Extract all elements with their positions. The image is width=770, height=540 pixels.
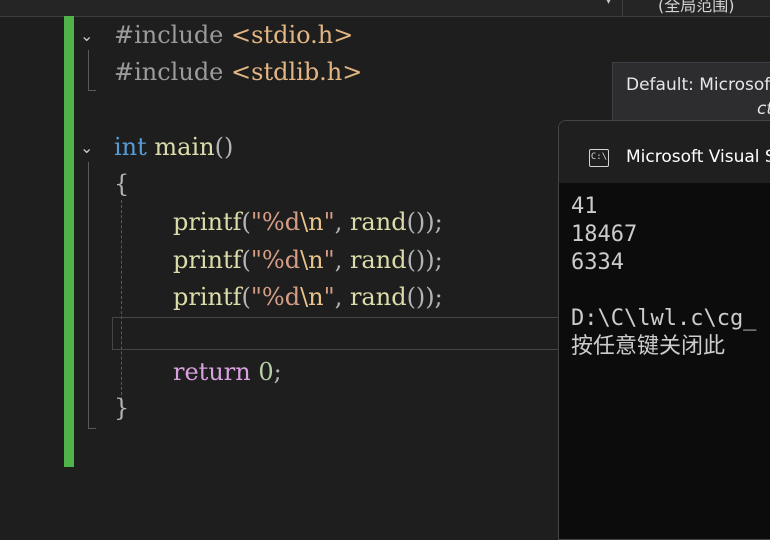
code-line-1: #include <stdio.h> bbox=[114, 17, 353, 54]
escape-sequence: \n bbox=[300, 208, 324, 236]
comma: , bbox=[334, 246, 350, 274]
string-literal: " bbox=[323, 246, 335, 274]
type-keyword: int bbox=[114, 133, 147, 161]
function-name: main bbox=[154, 133, 215, 161]
console-output-line: D:\C\lwl.c\cg_ bbox=[571, 306, 757, 331]
tooltip-line-2: ct bbox=[757, 99, 770, 119]
current-line-highlight bbox=[112, 317, 572, 350]
console-output-line: 18467 bbox=[571, 222, 638, 247]
code-line-11: } bbox=[114, 390, 129, 427]
open-brace: { bbox=[114, 170, 130, 198]
paren: ()); bbox=[406, 208, 443, 236]
string-literal: "%d bbox=[250, 208, 301, 236]
string-literal: " bbox=[323, 283, 335, 311]
console-output-line: 6334 bbox=[571, 250, 624, 275]
function-call: printf bbox=[173, 208, 242, 236]
close-brace: } bbox=[114, 394, 130, 422]
string-literal: "%d bbox=[250, 283, 301, 311]
return-keyword: return bbox=[173, 358, 251, 386]
preprocessor-directive: #include bbox=[114, 58, 224, 86]
code-line-4: int main() bbox=[114, 129, 233, 166]
code-line-10: return 0; bbox=[173, 354, 282, 391]
include-header: <stdlib.h> bbox=[231, 58, 363, 86]
function-call: printf bbox=[173, 246, 242, 274]
code-line-6: printf("%d\n", rand()); bbox=[173, 204, 443, 241]
indent-guide bbox=[121, 200, 122, 400]
tooltip-line-1: Default: Microsoft bbox=[626, 75, 770, 95]
paren: ( bbox=[241, 208, 251, 236]
comma: , bbox=[334, 283, 350, 311]
string-literal: " bbox=[323, 208, 335, 236]
code-line-5: { bbox=[114, 166, 129, 203]
console-titlebar[interactable]: C:\ Microsoft Visual S bbox=[559, 121, 770, 183]
paren: ( bbox=[241, 283, 251, 311]
string-literal: "%d bbox=[250, 246, 301, 274]
include-fold-guide-end bbox=[88, 90, 96, 91]
console-window[interactable]: C:\ Microsoft Visual S 41 18467 6334 D:\… bbox=[558, 120, 770, 540]
code-line-8: printf("%d\n", rand()); bbox=[173, 279, 443, 316]
main-fold-guide-end bbox=[88, 428, 96, 429]
paren: ( bbox=[241, 246, 251, 274]
parentheses: () bbox=[214, 133, 234, 161]
preprocessor-directive: #include bbox=[114, 21, 224, 49]
escape-sequence: \n bbox=[300, 283, 324, 311]
semicolon: ; bbox=[273, 358, 282, 386]
paren: ()); bbox=[406, 246, 443, 274]
include-fold-guide bbox=[88, 50, 89, 90]
collapse-chevron-icon[interactable]: ⌄ bbox=[80, 140, 96, 156]
console-output-line: 41 bbox=[571, 194, 598, 219]
function-call: printf bbox=[173, 283, 242, 311]
number-literal: 0 bbox=[258, 358, 274, 386]
collapse-chevron-icon[interactable]: ⌄ bbox=[80, 28, 96, 44]
code-line-7: printf("%d\n", rand()); bbox=[173, 242, 443, 279]
console-title: Microsoft Visual S bbox=[626, 147, 770, 167]
console-output-line: 按任意键关闭此 bbox=[571, 334, 726, 359]
function-call: rand bbox=[349, 208, 407, 236]
include-header: <stdio.h> bbox=[231, 21, 354, 49]
comma: , bbox=[334, 208, 350, 236]
terminal-icon: C:\ bbox=[589, 149, 609, 167]
main-fold-guide bbox=[88, 162, 89, 428]
code-line-2: #include <stdlib.h> bbox=[114, 54, 362, 91]
function-call: rand bbox=[349, 283, 407, 311]
paren: ()); bbox=[406, 283, 443, 311]
escape-sequence: \n bbox=[300, 246, 324, 274]
function-call: rand bbox=[349, 246, 407, 274]
